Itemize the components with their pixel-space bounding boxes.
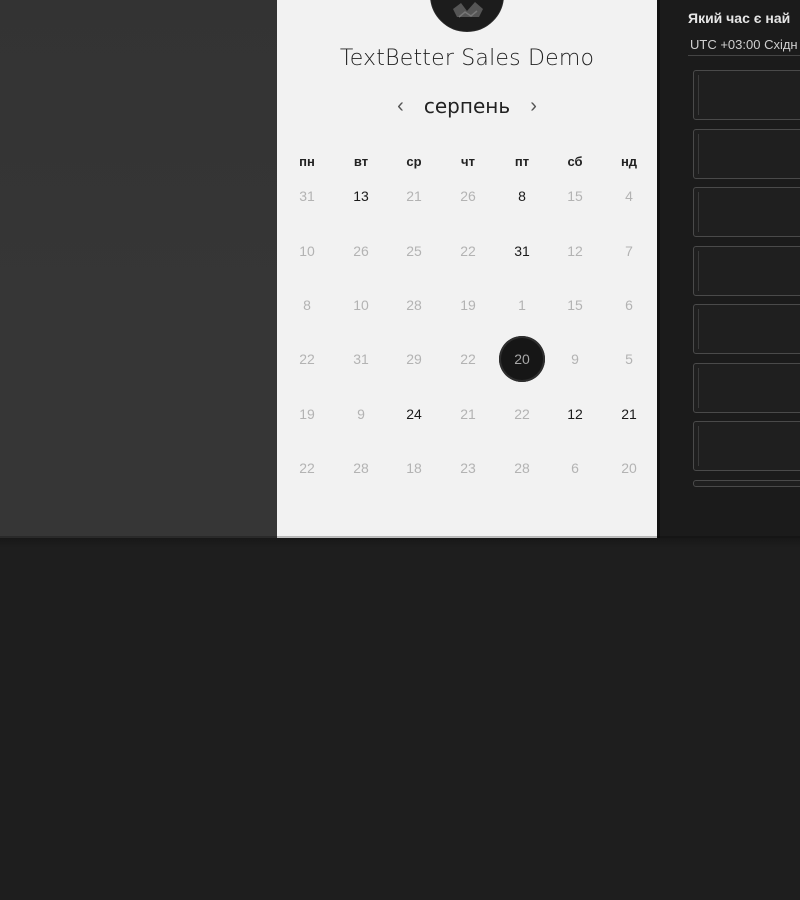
calendar-day: 22 [460,243,476,259]
host-avatar [430,0,504,32]
calendar-day: 28 [514,460,530,476]
weekday-header: сб [567,154,583,169]
calendar-day: 28 [353,460,369,476]
calendar-day: 20 [621,460,637,476]
month-navigation: ‹ серпень › [277,93,657,121]
calendar-day: 22 [299,351,315,367]
page-backdrop-left [0,0,277,538]
calendar-day: 22 [460,351,476,367]
calendar-day[interactable]: 13 [338,173,384,219]
weekday-header: ср [406,154,422,169]
timezone-label[interactable]: UTC +03:00 Східн [690,37,798,52]
calendar-day: 29 [406,351,422,367]
calendar-day[interactable]: 24 [391,391,437,437]
calendar-day: 31 [353,351,369,367]
weekday-header: пт [514,154,530,169]
avatar-icon [431,0,503,31]
weekday-header: пн [299,154,315,169]
weekday-header: вт [353,154,369,169]
time-slot-button[interactable] [693,304,800,354]
booking-calendar-card: TextBetter Sales Demo ‹ серпень › пн вт ср… [277,0,657,538]
calendar-day: 23 [460,460,476,476]
calendar-day: 1 [518,297,526,313]
calendar-day: 15 [567,297,583,313]
calendar-day: 19 [299,406,315,422]
chevron-right-icon[interactable]: › [523,93,545,119]
calendar-day: 25 [406,243,422,259]
calendar-day[interactable]: 21 [606,391,652,437]
calendar-day: 21 [460,406,476,422]
calendar-day: 8 [303,297,311,313]
calendar-day: 31 [299,188,315,204]
calendar-day-selected[interactable]: 20 [499,336,545,382]
time-slot-button[interactable] [693,362,800,413]
calendar-day: 9 [357,406,365,422]
calendar-day: 5 [625,351,633,367]
calendar-day: 10 [353,297,369,313]
calendar-day: 21 [406,188,422,204]
calendar-day: 26 [353,243,369,259]
divider-shadow [0,536,800,548]
event-title: TextBetter Sales Demo [339,46,595,71]
time-slot-button[interactable] [693,128,800,179]
calendar-day: 19 [460,297,476,313]
calendar-day: 18 [406,460,422,476]
month-label: серпень [423,94,511,118]
calendar-day: 22 [299,460,315,476]
calendar-day: 26 [460,188,476,204]
calendar-day: 12 [567,243,583,259]
calendar-day: 7 [625,243,633,259]
calendar-day[interactable]: 8 [499,173,545,219]
time-slots-panel: Який час є най UTC +03:00 Східн [657,0,800,538]
time-panel-heading: Який час є най [688,10,791,26]
calendar-day: 4 [625,188,633,204]
calendar-day: 10 [299,243,315,259]
time-slot-button[interactable] [693,479,800,487]
time-slot-button[interactable] [693,245,800,296]
calendar-day[interactable]: 12 [552,391,598,437]
calendar-day[interactable]: 31 [499,228,545,274]
calendar-day: 22 [514,406,530,422]
time-slot-button[interactable] [693,421,800,471]
weekday-header: чт [461,154,475,169]
weekday-header: нд [620,154,638,169]
divider [688,55,800,56]
calendar-day: 28 [406,297,422,313]
backdrop-band [0,268,277,538]
calendar-day: 6 [625,297,633,313]
calendar-day: 9 [571,351,579,367]
time-slot-button[interactable] [693,70,800,120]
time-slot-button[interactable] [693,187,800,237]
calendar-day: 6 [571,460,579,476]
chevron-left-icon[interactable]: ‹ [389,93,411,119]
calendar-day: 15 [567,188,583,204]
